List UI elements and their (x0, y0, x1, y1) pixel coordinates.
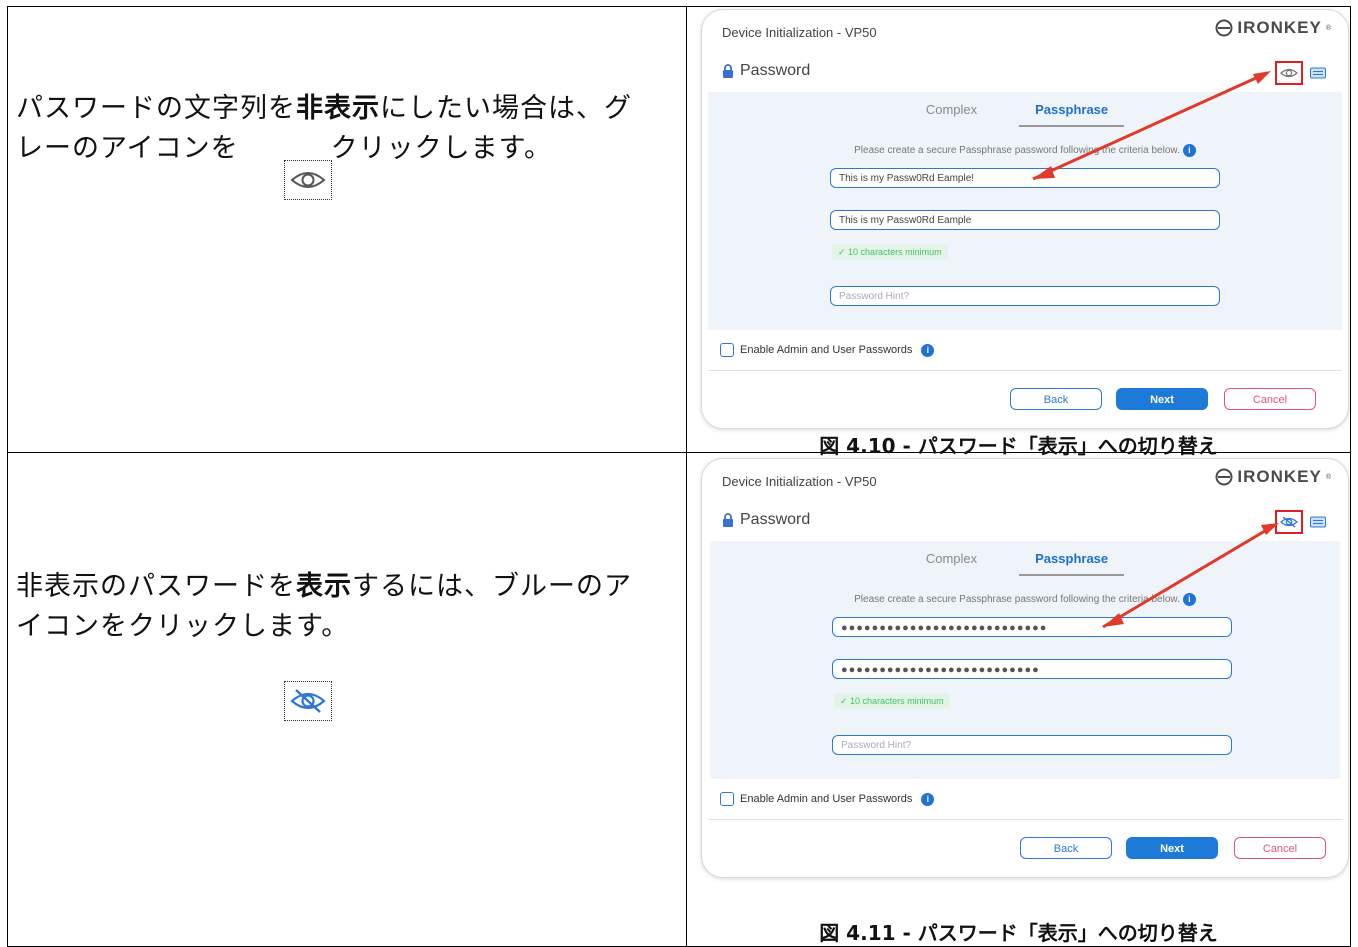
criteria-label: Please create a secure Passphrase passwo… (854, 145, 1180, 157)
instruction-post: にしたい場合は、グ (380, 93, 632, 124)
instruction-line2a: レーのアイコンを (16, 133, 239, 164)
dialog-title: Device Initialization - VP50 (722, 474, 877, 489)
figure-caption: 図 4.11 - パスワード「表示」への切り替え (819, 921, 1218, 945)
ironkey-logo-icon (1215, 468, 1233, 486)
enable-admin-row[interactable]: Enable Admin and User Passwords i (720, 792, 935, 806)
instruction-text: 非表示のパスワードを表示するには、ブルーのア イコンをクリックします。 (16, 567, 632, 647)
device-init-dialog: Device Initialization - VP50 IRONKEY ® Pa… (701, 9, 1349, 429)
tab-passphrase[interactable]: Passphrase (1019, 551, 1125, 576)
confirm-password-input[interactable]: ●●●●●●●●●●●●●●●●●●●●●●●●●● (832, 659, 1232, 679)
password-heading: Password (722, 511, 810, 529)
divider (708, 819, 1342, 820)
screenshot-cell: Device Initialization - VP50 IRONKEY ® Pa… (686, 6, 1351, 458)
tab-passphrase[interactable]: Passphrase (1019, 102, 1125, 127)
keyboard-icon[interactable] (1310, 516, 1326, 528)
instruction-bold: 非表示 (296, 93, 380, 124)
enable-admin-label: Enable Admin and User Passwords (740, 793, 913, 805)
tab-bar: Complex Passphrase (710, 551, 1340, 576)
instruction-text: パスワードの文字列を非表示にしたい場合は、グ レーのアイコンを クリックします。 (16, 89, 632, 169)
eye-slash-icon[interactable] (1275, 510, 1303, 534)
info-icon[interactable]: i (1182, 144, 1196, 157)
enable-admin-checkbox[interactable] (720, 343, 734, 357)
criteria-label: Please create a secure Passphrase passwo… (854, 594, 1180, 606)
next-button[interactable]: Next (1126, 837, 1218, 859)
toolbar-icons (1275, 61, 1326, 85)
info-icon[interactable]: i (921, 343, 935, 357)
password-heading: Password (722, 62, 810, 80)
table-row: パスワードの文字列を非表示にしたい場合は、グ レーのアイコンを クリックします。 … (7, 6, 1351, 458)
brand-name: IRONKEY (1237, 467, 1322, 486)
info-icon[interactable]: i (1182, 593, 1196, 606)
eye-icon (284, 160, 332, 200)
instruction-cell: 非表示のパスワードを表示するには、ブルーのア イコンをクリックします。 (7, 452, 687, 947)
document-table: パスワードの文字列を非表示にしたい場合は、グ レーのアイコンを クリックします。 … (7, 6, 1351, 947)
instruction-line2b: クリックします。 (330, 133, 552, 164)
password-hint-input[interactable]: Password Hint? (830, 286, 1220, 306)
instruction-bold: 表示 (296, 571, 352, 602)
enable-admin-row[interactable]: Enable Admin and User Passwords i (720, 343, 935, 357)
brand-logo: IRONKEY ® (1215, 18, 1332, 38)
ironkey-logo-icon (1215, 19, 1233, 37)
instruction-pre: 非表示のパスワードを (16, 571, 296, 602)
brand-mark: ® (1325, 24, 1332, 32)
eye-icon[interactable] (1275, 61, 1303, 85)
toolbar-icons (1275, 510, 1326, 534)
confirm-password-input[interactable]: This is my Passw0Rd Eample (830, 210, 1220, 230)
section-label: Password (740, 511, 811, 528)
keyboard-icon[interactable] (1310, 67, 1326, 79)
password-hint-input[interactable]: Password Hint? (832, 735, 1232, 755)
instruction-line2: イコンをクリックします。 (16, 611, 350, 642)
back-button[interactable]: Back (1010, 388, 1102, 410)
next-button[interactable]: Next (1116, 388, 1208, 410)
password-panel: Complex Passphrase Please create a secur… (710, 541, 1340, 779)
tab-complex[interactable]: Complex (926, 551, 977, 576)
info-icon[interactable]: i (921, 792, 935, 806)
cancel-button[interactable]: Cancel (1224, 388, 1316, 410)
instruction-cell: パスワードの文字列を非表示にしたい場合は、グ レーのアイコンを クリックします。 (7, 6, 687, 453)
criteria-text: Please create a secure Passphrase passwo… (710, 593, 1340, 606)
min-chars-badge: ✓ 10 characters minimum (834, 693, 950, 709)
device-init-dialog: Device Initialization - VP50 IRONKEY ® Pa… (701, 458, 1349, 878)
lock-icon (723, 64, 733, 78)
brand-logo: IRONKEY ® (1215, 467, 1332, 487)
divider (708, 370, 1342, 371)
table-row: 非表示のパスワードを表示するには、ブルーのア イコンをクリックします。 Devi… (7, 452, 1351, 947)
lock-icon (723, 513, 733, 527)
instruction-pre: パスワードの文字列を (16, 93, 296, 124)
dialog-title: Device Initialization - VP50 (722, 25, 877, 40)
screenshot-cell: Device Initialization - VP50 IRONKEY ® Pa… (686, 452, 1351, 947)
password-input[interactable]: ●●●●●●●●●●●●●●●●●●●●●●●●●●● (832, 617, 1232, 637)
section-label: Password (740, 62, 811, 79)
tab-bar: Complex Passphrase (708, 102, 1342, 127)
tab-complex[interactable]: Complex (926, 102, 977, 127)
eye-slash-icon (284, 681, 332, 721)
criteria-text: Please create a secure Passphrase passwo… (708, 144, 1342, 157)
min-chars-badge: ✓ 10 characters minimum (832, 244, 948, 260)
cancel-button[interactable]: Cancel (1234, 837, 1326, 859)
brand-mark: ® (1325, 473, 1332, 481)
password-panel: Complex Passphrase Please create a secur… (708, 92, 1342, 330)
instruction-post: するには、ブルーのア (352, 571, 632, 602)
enable-admin-label: Enable Admin and User Passwords (740, 344, 913, 356)
back-button[interactable]: Back (1020, 837, 1112, 859)
brand-name: IRONKEY (1237, 18, 1322, 37)
password-input[interactable]: This is my Passw0Rd Eample! (830, 168, 1220, 188)
enable-admin-checkbox[interactable] (720, 792, 734, 806)
